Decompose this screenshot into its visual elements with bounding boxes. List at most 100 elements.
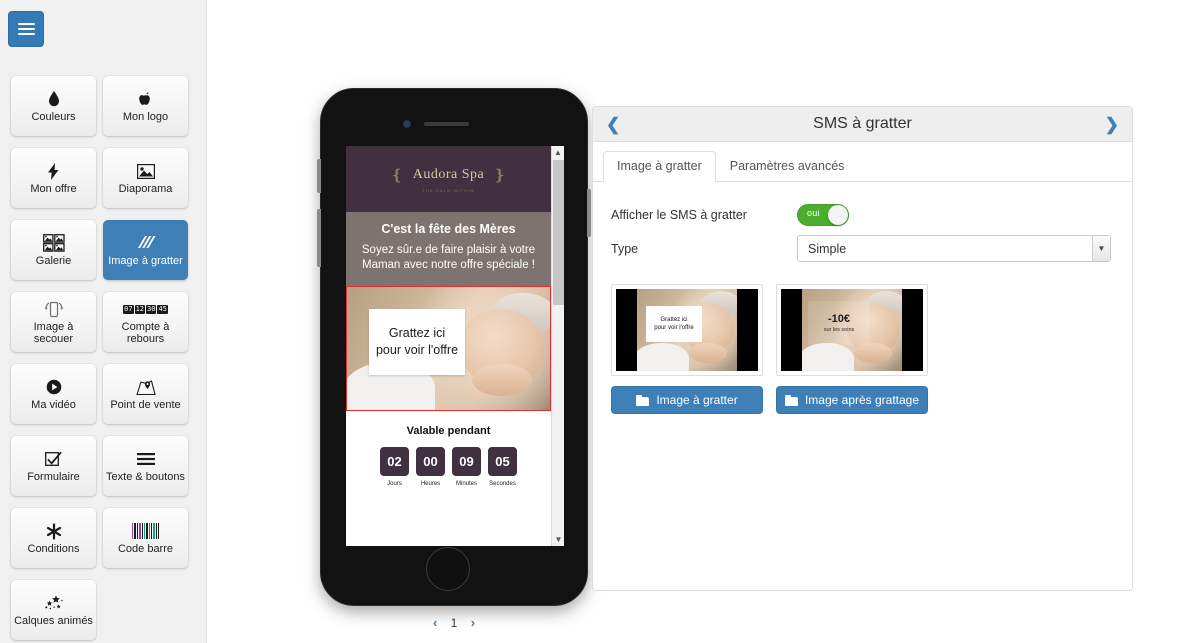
sidebar-item-image-a-gratter[interactable]: Image à gratter (103, 220, 188, 280)
scratch-line-1: Grattez ici (388, 326, 446, 340)
panel-form: Afficher le SMS à gratter oui Type Simpl… (593, 182, 1132, 262)
type-select[interactable]: Simple ▼ (797, 235, 1111, 262)
countdown-value: 02 (380, 447, 409, 476)
countdown-cell-days: 02 Jours (380, 447, 409, 487)
sidebar-item-ma-video[interactable]: Ma vidéo (11, 364, 96, 424)
home-button[interactable] (426, 547, 470, 591)
folder-open-icon (784, 394, 798, 406)
scroll-down-icon[interactable]: ▼ (552, 533, 564, 546)
button-label: Image après grattage (804, 393, 920, 407)
picture-icon (136, 161, 155, 181)
sparkle-stars-icon (44, 593, 64, 613)
thumbnail-offer-overlay: -10€ sur les soins (808, 301, 870, 345)
brace-right-icon: ❵ (493, 167, 507, 184)
brand-tagline: THE CALM WITHIN (422, 187, 475, 193)
bolt-icon (48, 161, 59, 181)
sidebar-item-label: Formulaire (27, 471, 80, 483)
phone-screen: ❴ Audora Spa ❵ THE CALM WITHIN C'est la … (346, 146, 564, 546)
scrollbar-thumb[interactable] (553, 160, 564, 305)
lines-icon (136, 449, 155, 469)
sidebar-item-code-barre[interactable]: Code barre (103, 508, 188, 568)
scratch-line-2: pour voir l'offre (375, 343, 459, 357)
sidebar-item-point-de-vente[interactable]: Point de vente (103, 364, 188, 424)
preview-paragraph-line1: Soyez sûr.e de faire plaisir à votre (361, 244, 536, 256)
asterisk-icon (46, 521, 62, 541)
sidebar-item-label: Mon logo (122, 111, 169, 123)
photo-hand-shape (689, 343, 727, 363)
photo-towel-shape (802, 343, 854, 371)
thumbnail-before-box[interactable]: Grattez ici pour voir l'offre (611, 284, 763, 376)
photo-towel-shape (637, 343, 689, 371)
photo-hand-shape (472, 364, 532, 396)
sidebar-item-label: Calques animés (14, 615, 93, 627)
sidebar-item-label: Mon offre (30, 183, 77, 195)
thumbnail-photo: -10€ sur les soins (802, 289, 902, 371)
preview-countdown: Valable pendant 02 Jours 00 Heures 09 Mi… (346, 411, 551, 499)
countdown-value: 05 (488, 447, 517, 476)
countdown-value: 00 (416, 447, 445, 476)
thumbnail-after-box[interactable]: -10€ sur les soins (776, 284, 928, 376)
countdown-value: 09 (452, 447, 481, 476)
chevron-down-icon[interactable]: ▼ (1092, 236, 1110, 261)
scroll-up-icon[interactable]: ▲ (552, 146, 564, 159)
afficher-toggle[interactable]: oui (797, 204, 849, 226)
countdown-cells: 02 Jours 00 Heures 09 Minutes 05 Seconde… (346, 447, 551, 487)
photo-hand-shape (854, 343, 892, 363)
image-apres-grattage-button[interactable]: Image après grattage (776, 386, 928, 414)
menu-toggle-button[interactable] (8, 11, 44, 47)
sidebar-item-diaporama[interactable]: Diaporama (103, 148, 188, 208)
sidebar-item-label: Texte & boutons (106, 471, 185, 483)
sidebar-item-couleurs[interactable]: Couleurs (11, 76, 96, 136)
sidebar-item-label: Diaporama (118, 183, 173, 195)
panel-next-icon[interactable]: ❯ (1105, 116, 1119, 133)
sidebar-item-label: Image à gratter (108, 255, 183, 267)
panel-prev-icon[interactable]: ❮ (606, 116, 620, 133)
sidebar-item-calques-animes[interactable]: Calques animés (11, 580, 96, 640)
sidebar-item-formulaire[interactable]: Formulaire (11, 436, 96, 496)
preview-scrollbar[interactable]: ▲ ▼ (551, 146, 564, 546)
toggle-on-label: oui (807, 208, 820, 218)
sidebar-item-label: Galerie (35, 255, 72, 267)
sidebar-item-galerie[interactable]: Galerie (11, 220, 96, 280)
toggle-knob (828, 205, 848, 225)
countdown-label: Minutes (455, 481, 477, 487)
scratch-icon (135, 233, 157, 253)
droplet-icon (48, 89, 60, 109)
preview-scratch-image[interactable]: Grattez ici pour voir l'offre (346, 286, 551, 411)
pagination-next-icon[interactable]: › (471, 615, 475, 630)
preview-pagination: ‹ 1 › (320, 615, 588, 630)
phone-side-button (587, 189, 591, 237)
sidebar-tile-grid: Couleurs Mon logo Mon offre Diaporama Ga… (0, 76, 207, 643)
thumbnail-photo: Grattez ici pour voir l'offre (637, 289, 737, 371)
image-a-gratter-button[interactable]: Image à gratter (611, 386, 763, 414)
thumbnail-before-image: Grattez ici pour voir l'offre (616, 289, 758, 371)
brand-lockup: ❴ Audora Spa ❵ (391, 166, 507, 185)
sidebar-item-mon-offre[interactable]: Mon offre (11, 148, 96, 208)
menu-icon (17, 20, 35, 38)
thumbnail-overlay-line2: sur les soins (823, 327, 855, 333)
sidebar-item-mon-logo[interactable]: Mon logo (103, 76, 188, 136)
sidebar: Couleurs Mon logo Mon offre Diaporama Ga… (0, 0, 207, 643)
sidebar-item-image-a-secouer[interactable]: Image à secouer (11, 292, 96, 352)
play-circle-icon (46, 377, 62, 397)
image-thumbnails: Grattez ici pour voir l'offre Image à gr… (611, 284, 1132, 414)
pagination-prev-icon[interactable]: ‹ (433, 615, 437, 630)
thumbnail-after-image: -10€ sur les soins (781, 289, 923, 371)
panel-header: ❮ SMS à gratter ❯ (593, 107, 1132, 142)
scratch-card-overlay: Grattez ici pour voir l'offre (369, 309, 465, 375)
thumbnail-after-column: -10€ sur les soins Image après grattage (776, 284, 928, 414)
sidebar-item-conditions[interactable]: Conditions (11, 508, 96, 568)
sidebar-item-label: Compte à rebours (121, 321, 170, 345)
preview-brand-header: ❴ Audora Spa ❵ THE CALM WITHIN (346, 146, 551, 212)
sidebar-item-compte-a-rebours[interactable]: 07 12 30 45 Compte à rebours (103, 292, 188, 352)
sidebar-item-texte-et-boutons[interactable]: Texte & boutons (103, 436, 188, 496)
countdown-title: Valable pendant (406, 425, 491, 437)
countdown-label: Heures (420, 481, 441, 487)
barcode-icon (131, 521, 160, 541)
tab-parametres-avances[interactable]: Paramètres avancés (716, 151, 859, 182)
thumbnail-before-column: Grattez ici pour voir l'offre Image à gr… (611, 284, 763, 414)
front-camera-icon (404, 121, 410, 127)
preview-message-body: C'est la fête des Mères Soyez sûr.e de f… (346, 212, 551, 286)
sidebar-item-label: Image à secouer (33, 321, 74, 345)
tab-image-a-gratter[interactable]: Image à gratter (603, 151, 716, 182)
